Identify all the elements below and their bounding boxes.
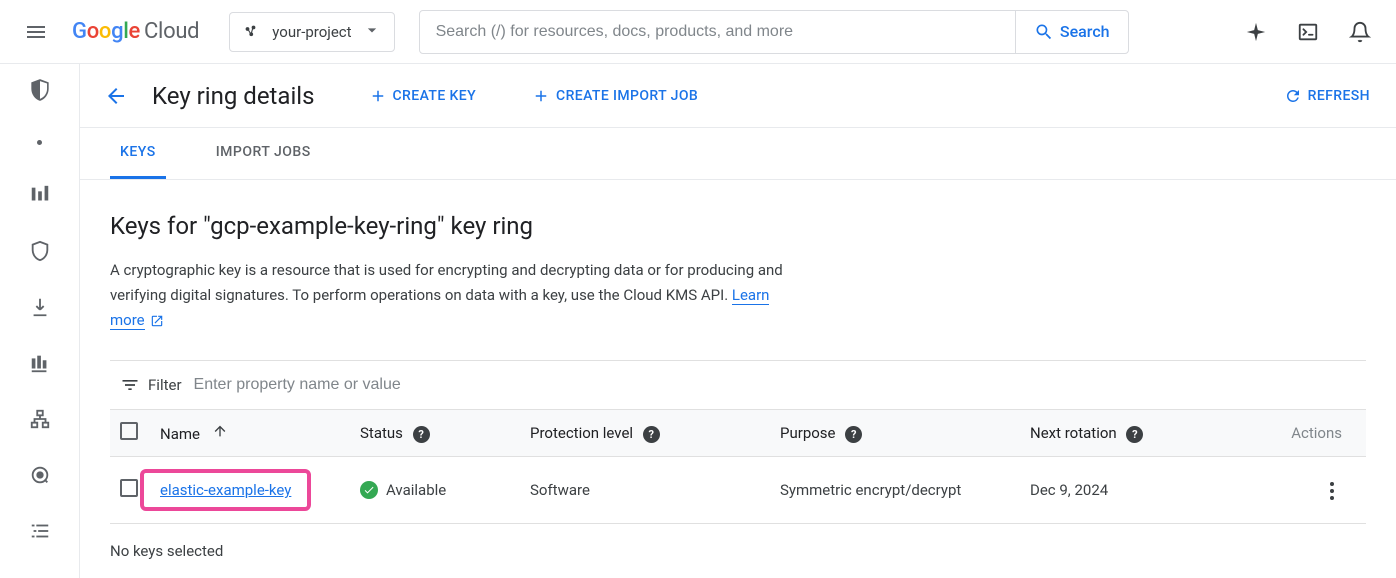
plus-icon	[369, 87, 387, 105]
refresh-button[interactable]: REFRESH	[1274, 79, 1380, 113]
menu-icon[interactable]	[12, 8, 60, 56]
search-bar: Search	[419, 10, 1129, 54]
left-rail	[0, 64, 80, 578]
page-header: Key ring details CREATE KEY CREATE IMPOR…	[80, 64, 1396, 128]
column-name[interactable]: Name	[150, 410, 350, 457]
project-name: your-project	[272, 23, 351, 41]
column-purpose: Purpose ?	[770, 410, 1020, 457]
filter-input[interactable]	[194, 376, 1356, 394]
nav-download-icon[interactable]	[26, 293, 54, 321]
check-circle-icon	[360, 481, 378, 499]
rotation-cell: Dec 9, 2024	[1020, 457, 1276, 524]
filter-label: Filter	[120, 375, 182, 395]
back-arrow-icon[interactable]	[96, 76, 136, 116]
search-icon	[1034, 22, 1054, 42]
search-button[interactable]: Search	[1015, 11, 1128, 53]
purpose-cell: Symmetric encrypt/decrypt	[770, 457, 1020, 524]
nav-columns-icon[interactable]	[26, 349, 54, 377]
nav-inventory-icon[interactable]	[26, 181, 54, 209]
top-bar: GoogleCloud your-project Search	[0, 0, 1396, 64]
nav-shield-outline-icon[interactable]	[26, 237, 54, 265]
tab-import-jobs[interactable]: IMPORT JOBS	[206, 128, 321, 179]
gemini-icon[interactable]	[1232, 8, 1280, 56]
create-import-job-button[interactable]: CREATE IMPORT JOB	[522, 79, 708, 113]
row-actions-menu-icon[interactable]	[1322, 474, 1342, 508]
protection-cell: Software	[520, 457, 770, 524]
external-link-icon	[147, 311, 165, 329]
nav-list-icon[interactable]	[26, 517, 54, 545]
selection-footer: No keys selected	[110, 524, 1366, 578]
sort-arrow-up-icon	[212, 425, 228, 443]
create-key-button[interactable]: CREATE KEY	[359, 79, 487, 113]
column-actions: Actions	[1276, 410, 1366, 457]
row-checkbox[interactable]	[120, 479, 138, 497]
table-row: elastic-example-key Available	[110, 457, 1366, 524]
tab-keys[interactable]: KEYS	[110, 128, 166, 179]
cloud-shell-icon[interactable]	[1284, 8, 1332, 56]
project-icon	[242, 22, 262, 42]
search-input[interactable]	[420, 23, 1015, 41]
keys-table: Name Status ? Protection level	[110, 409, 1366, 524]
notifications-icon[interactable]	[1336, 8, 1384, 56]
separator-dot	[37, 140, 42, 145]
filter-icon	[120, 375, 140, 395]
chevron-down-icon	[362, 20, 382, 44]
key-name-link[interactable]: elastic-example-key	[160, 481, 291, 499]
google-cloud-logo[interactable]: GoogleCloud	[72, 19, 199, 44]
column-status: Status ?	[350, 410, 520, 457]
column-rotation: Next rotation ?	[1020, 410, 1276, 457]
tabs: KEYS IMPORT JOBS	[80, 128, 1396, 180]
nav-compliance-icon[interactable]	[26, 461, 54, 489]
help-icon[interactable]: ?	[413, 426, 430, 443]
filter-row: Filter	[110, 361, 1366, 409]
nav-hierarchy-icon[interactable]	[26, 405, 54, 433]
select-all-checkbox[interactable]	[120, 422, 138, 440]
page-title: Key ring details	[152, 82, 315, 110]
section-description: A cryptographic key is a resource that i…	[110, 258, 790, 332]
help-icon[interactable]: ?	[845, 426, 862, 443]
highlight-annotation: elastic-example-key	[140, 469, 311, 511]
project-picker[interactable]: your-project	[229, 12, 394, 52]
security-shield-icon[interactable]	[26, 76, 54, 104]
column-protection: Protection level ?	[520, 410, 770, 457]
help-icon[interactable]: ?	[1126, 426, 1143, 443]
refresh-icon	[1284, 87, 1302, 105]
section-title: Keys for "gcp-example-key-ring" key ring	[110, 212, 1366, 240]
help-icon[interactable]: ?	[643, 426, 660, 443]
status-cell: Available	[360, 481, 510, 499]
plus-icon	[532, 87, 550, 105]
